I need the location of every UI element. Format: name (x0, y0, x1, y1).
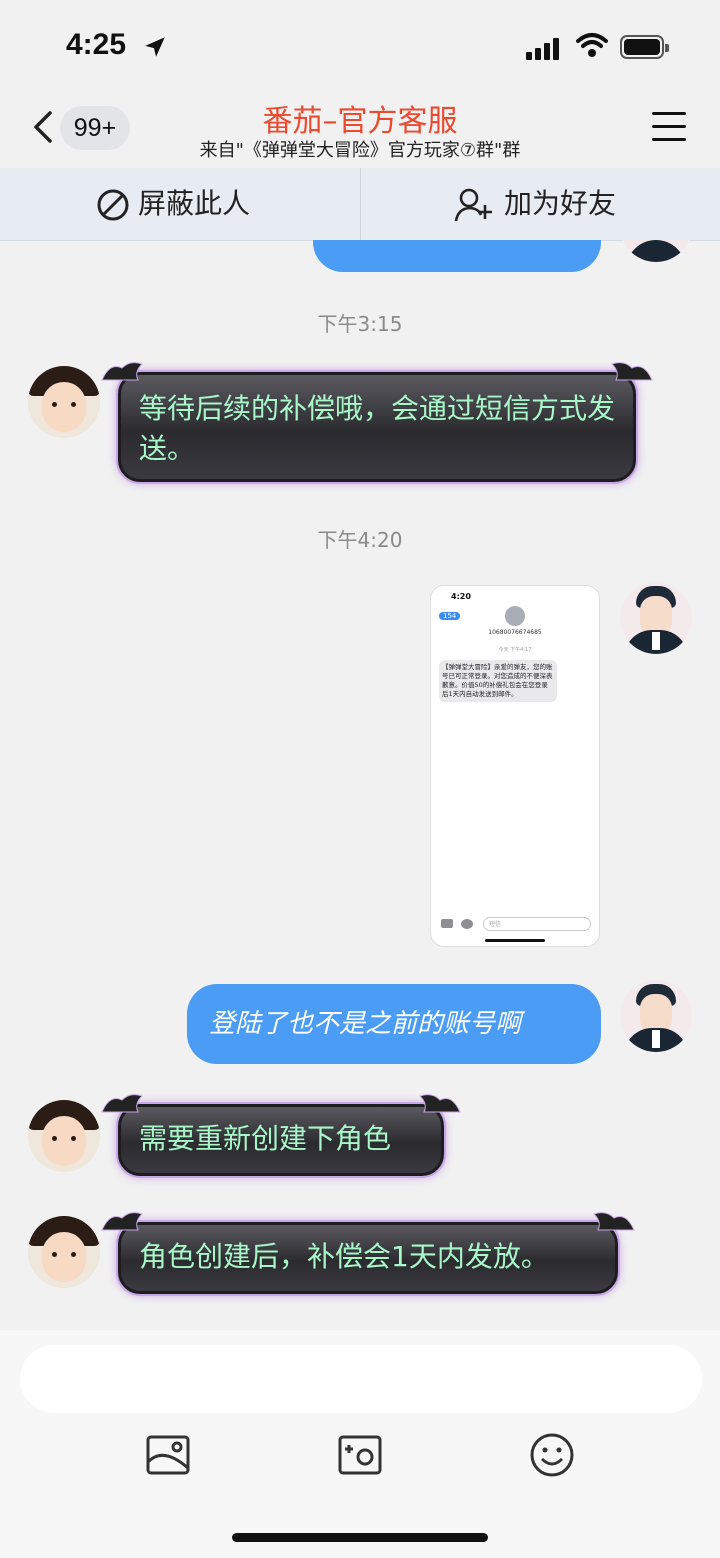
user-avatar[interactable] (620, 582, 692, 654)
screenshot-number: 10680076674685 (488, 629, 542, 636)
status-bar: 4:25 (0, 0, 720, 95)
screenshot-date: 今天 下午4:17 (498, 647, 532, 653)
agent-avatar[interactable] (28, 1100, 100, 1172)
camera-icon[interactable] (337, 1432, 383, 1478)
timestamp: 下午3:15 (317, 312, 403, 336)
screenshot-back-count: 154 (439, 612, 461, 620)
agent-message[interactable]: 需要重新创建下角色 (101, 1094, 461, 1176)
agent-message[interactable]: 角色创建后，补偿会1天内发放。 (101, 1212, 635, 1294)
back-chevron-icon[interactable] (30, 110, 58, 144)
appstore-icon (461, 919, 473, 929)
wifi-icon (576, 33, 608, 57)
user-message-bubble[interactable]: 登陆了也不是之前的账号啊 (187, 984, 601, 1064)
camera-icon (441, 919, 453, 928)
bubble-wing-decoration-icon (101, 362, 143, 381)
battery-icon (620, 35, 669, 59)
menu-icon[interactable] (652, 112, 686, 142)
emoji-icon[interactable] (529, 1432, 575, 1478)
bubble-wing-decoration-icon (611, 362, 653, 381)
action-divider (360, 168, 361, 240)
message-input[interactable] (20, 1345, 702, 1413)
previous-user-avatar (620, 240, 692, 262)
chat-subtitle: 来自"《弹弹堂大冒险》官方玩家⑦群"群 (199, 140, 521, 161)
agent-message-text: 需要重新创建下角色 (118, 1104, 444, 1176)
user-message-text: 登陆了也不是之前的账号啊 (209, 1009, 522, 1039)
action-bar: 屏蔽此人 加为好友 (0, 168, 720, 241)
home-indicator (232, 1533, 488, 1542)
contact-icon (505, 606, 525, 626)
status-time: 4:25 (66, 28, 127, 61)
chat-title: 番茄–官方客服 (262, 104, 458, 139)
screenshot-time: 4:20 (451, 592, 471, 601)
bubble-wing-decoration-icon (101, 1094, 143, 1113)
add-friend-icon (454, 188, 492, 222)
unread-count-badge[interactable]: 99+ (60, 106, 130, 150)
location-arrow-icon (145, 37, 165, 57)
timestamp: 下午4:20 (317, 528, 403, 552)
photo-album-icon[interactable] (145, 1432, 191, 1478)
block-user-label: 屏蔽此人 (138, 187, 251, 220)
agent-avatar[interactable] (28, 1216, 100, 1288)
bubble-wing-decoration-icon (419, 1094, 461, 1113)
agent-avatar[interactable] (28, 366, 100, 438)
screenshot-home-bar (485, 939, 545, 942)
bubble-wing-decoration-icon (593, 1212, 635, 1231)
bubble-wing-decoration-icon (101, 1212, 143, 1231)
cellular-signal-icon (526, 38, 562, 60)
sms-screenshot-image[interactable]: 4:20 154 10680076674685 今天 下午4:17 【弹弹堂大冒… (430, 585, 600, 947)
block-user-button[interactable]: 屏蔽此人 (96, 168, 250, 240)
sms-bubble: 【弹弹堂大冒险】亲爱的弹友，您的账号已可正常登录。对您造成的不便深表歉意。价值5… (439, 660, 557, 702)
add-friend-label: 加为好友 (504, 187, 617, 220)
agent-message[interactable]: 等待后续的补偿哦，会通过短信方式发送。 (101, 362, 653, 482)
agent-message-text: 等待后续的补偿哦，会通过短信方式发送。 (118, 372, 636, 482)
user-avatar[interactable] (620, 980, 692, 1052)
screenshot-input: 短信 (483, 917, 591, 931)
previous-message-bubble[interactable] (313, 240, 601, 272)
agent-message-text: 角色创建后，补偿会1天内发放。 (118, 1222, 618, 1294)
block-icon (97, 189, 129, 221)
add-friend-button[interactable]: 加为好友 (454, 168, 616, 240)
